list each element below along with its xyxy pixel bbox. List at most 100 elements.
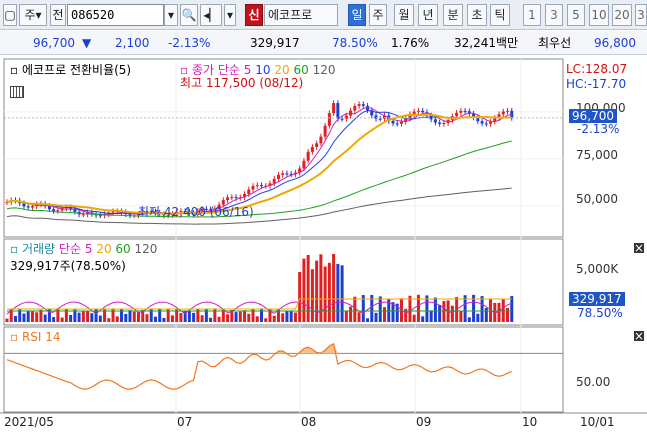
volume-bar bbox=[484, 307, 488, 322]
volume-panel-close-icon[interactable]: × bbox=[634, 242, 644, 254]
candle-body bbox=[357, 104, 361, 107]
lc-value: LC:128.07 bbox=[566, 62, 628, 76]
volume-bar bbox=[357, 312, 361, 322]
volume-bar bbox=[60, 317, 64, 322]
interval-10-button[interactable]: 10 bbox=[589, 4, 609, 26]
volume-bar bbox=[90, 313, 94, 322]
volume-bar bbox=[293, 312, 297, 322]
volume-bar bbox=[200, 315, 204, 322]
candle-body bbox=[336, 103, 340, 119]
interval-20-button[interactable]: 20 bbox=[612, 4, 632, 26]
x-label-10-01: 10/01 bbox=[580, 415, 615, 429]
candle-body bbox=[22, 203, 26, 207]
price-panel-title-text: 에코프로 전환비율(5) bbox=[21, 63, 132, 77]
x-label-2021-05: 2021/05 bbox=[4, 415, 54, 429]
candle-body bbox=[438, 122, 442, 124]
volume-bar bbox=[272, 315, 276, 322]
vol-ma60-label: 60 bbox=[115, 242, 131, 256]
speaker-icon[interactable]: ◂▏ bbox=[200, 4, 222, 26]
volume-bar bbox=[450, 305, 454, 322]
volume-bar bbox=[323, 266, 327, 322]
volume-bar bbox=[332, 254, 336, 322]
volume-bar bbox=[115, 316, 119, 322]
stock-code-input[interactable] bbox=[67, 4, 164, 26]
volume-bar bbox=[336, 263, 340, 322]
volume-bar bbox=[226, 314, 230, 322]
volume-bar bbox=[128, 310, 132, 322]
candle-body bbox=[506, 110, 510, 112]
period-year-button[interactable]: 년 bbox=[418, 4, 438, 26]
candle-body bbox=[332, 103, 336, 114]
candle-body bbox=[459, 110, 463, 113]
volume-bar bbox=[124, 313, 128, 322]
candle-body bbox=[226, 197, 230, 201]
candle-body bbox=[315, 143, 319, 147]
volume-bar bbox=[217, 316, 221, 322]
interval-1-button[interactable]: 1 bbox=[523, 4, 541, 26]
candle-body bbox=[81, 214, 85, 216]
volume-bar bbox=[52, 317, 56, 322]
new-listing-badge: 신 bbox=[245, 4, 263, 26]
volume-bar bbox=[145, 314, 149, 322]
volume-ma-label: 단순 bbox=[58, 242, 82, 256]
period-month-button[interactable]: 월 bbox=[394, 4, 414, 26]
period-week-button[interactable]: 주 bbox=[369, 4, 387, 26]
rsi-legend: ▫ RSI 14 bbox=[10, 330, 61, 344]
ma60-label: 60 bbox=[293, 63, 309, 77]
ma20-label: 20 bbox=[274, 63, 290, 77]
volume-bar bbox=[179, 312, 183, 322]
period-day-button[interactable]: 일 bbox=[348, 4, 366, 26]
candle-body bbox=[281, 173, 285, 175]
period-tick-button[interactable]: 틱 bbox=[490, 4, 510, 26]
ma-legend: ▫ 종가 단순 5 10 20 60 120 bbox=[180, 63, 335, 77]
search-icon[interactable]: 🔍 bbox=[180, 4, 198, 26]
rsi-panel-close-icon[interactable]: × bbox=[634, 330, 644, 342]
current-volume-pct: 78.50% bbox=[577, 306, 623, 320]
volume-bar bbox=[281, 313, 285, 322]
x-label-08: 08 bbox=[301, 415, 317, 429]
ma5-label: 5 bbox=[243, 63, 252, 77]
volume-bar bbox=[344, 310, 348, 322]
volume-bar bbox=[77, 312, 81, 322]
price-panel-title: ▫ 에코프로 전환비율(5) bbox=[10, 63, 131, 77]
volume-bar bbox=[35, 312, 39, 322]
volume-bar bbox=[13, 315, 17, 322]
period-second-button[interactable]: 초 bbox=[467, 4, 487, 26]
candle-body bbox=[52, 209, 56, 212]
price-change: 2,100 bbox=[115, 36, 150, 50]
vol-ma120-label: 120 bbox=[134, 242, 158, 256]
volume-note: 329,917주(78.50%) bbox=[10, 259, 126, 273]
volume-bar bbox=[158, 308, 162, 322]
volume-bar bbox=[209, 317, 213, 322]
window-menu-icon[interactable]: ▢ bbox=[3, 4, 17, 26]
candle-body bbox=[56, 210, 60, 212]
ma10-label: 10 bbox=[255, 63, 271, 77]
price-change-pct: -2.13% bbox=[168, 36, 211, 50]
period-minute-button[interactable]: 분 bbox=[443, 4, 463, 26]
volume-bar bbox=[153, 316, 157, 322]
interval-3-button[interactable]: 3 bbox=[545, 4, 563, 26]
volume-bar bbox=[170, 315, 174, 322]
candle-body bbox=[302, 160, 306, 169]
stock-name-field[interactable]: 에코프로 bbox=[264, 4, 338, 26]
code-dropdown-icon[interactable]: ▾ bbox=[164, 4, 178, 26]
candle-body bbox=[234, 197, 238, 199]
y-tick-75000: 75,000 bbox=[576, 148, 618, 162]
volume-bar bbox=[366, 318, 370, 322]
volume-bar bbox=[30, 311, 34, 322]
interval-5-button[interactable]: 5 bbox=[567, 4, 585, 26]
type-select[interactable]: 주▾ bbox=[19, 4, 47, 26]
volume-bar bbox=[192, 312, 196, 322]
data-table-icon[interactable] bbox=[10, 86, 24, 98]
hc-value: HC:-17.70 bbox=[566, 77, 627, 91]
type-prefix-label: 전 bbox=[50, 4, 66, 26]
volume-bar bbox=[480, 296, 484, 322]
volume-y-tick: 5,000K bbox=[576, 262, 619, 276]
interval-30-button[interactable]: 3 bbox=[635, 4, 647, 26]
x-label-09: 09 bbox=[416, 415, 432, 429]
candle-body bbox=[442, 122, 446, 124]
candle-body bbox=[98, 215, 102, 217]
speaker-dropdown-icon[interactable]: ▾ bbox=[224, 4, 236, 26]
volume-bar bbox=[5, 318, 9, 322]
volume-bar bbox=[501, 298, 505, 322]
